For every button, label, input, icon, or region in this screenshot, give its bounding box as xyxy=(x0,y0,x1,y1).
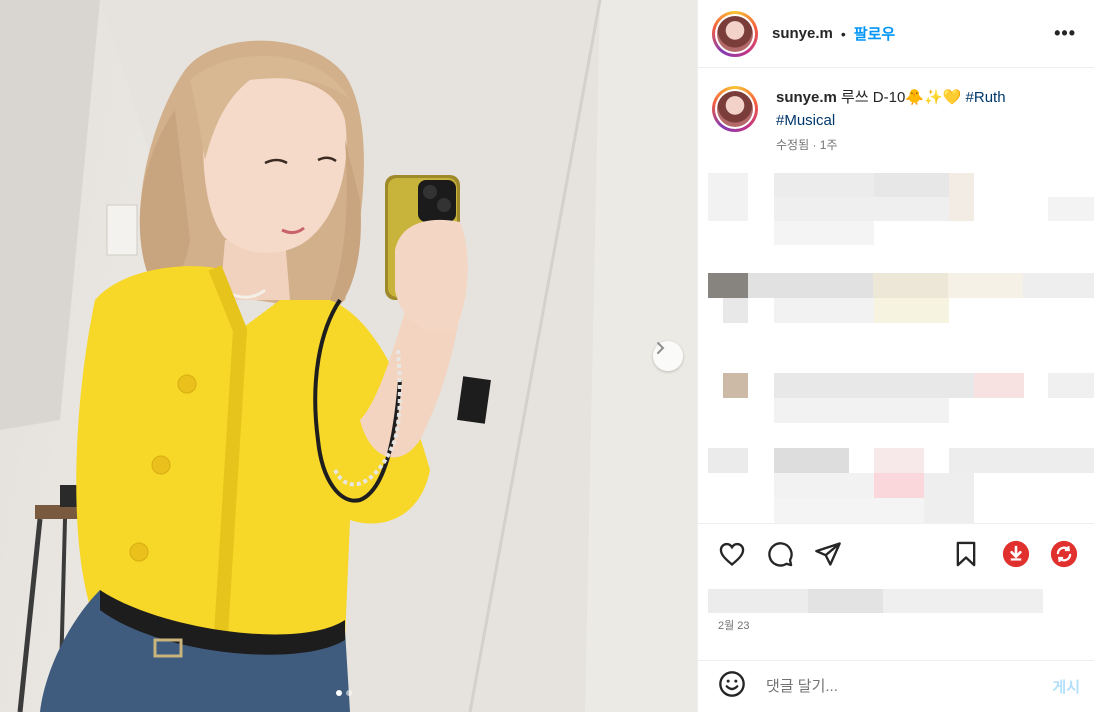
comment-input[interactable] xyxy=(764,677,1053,696)
repost-icon xyxy=(1050,540,1078,567)
photo-illustration xyxy=(0,0,697,712)
caption-avatar[interactable] xyxy=(712,86,758,132)
hashtag-link[interactable]: #Musical xyxy=(776,112,835,129)
comment-icon xyxy=(768,541,793,567)
blurred-comments xyxy=(708,173,1094,523)
save-button[interactable] xyxy=(952,540,980,568)
separator-dot: • xyxy=(840,25,846,42)
download-icon xyxy=(1002,540,1030,567)
emoji-icon xyxy=(719,671,745,697)
carousel-dots xyxy=(336,690,352,696)
post-header: sunye.m • 팔로우 ••• xyxy=(698,0,1094,68)
caption-area: sunye.m 루쓰 D-10🐥✨💛 #Ruth #Musical 수정됨 · … xyxy=(698,68,1094,523)
avatar-image xyxy=(717,91,753,127)
post-side-panel: sunye.m • 팔로우 ••• sunye.m 루쓰 D-10🐥✨💛 #Ru… xyxy=(697,0,1094,712)
likes-blurred xyxy=(698,583,1094,617)
repost-button[interactable] xyxy=(1050,540,1078,568)
action-bar xyxy=(698,523,1094,583)
post-comment-button[interactable]: 게시 xyxy=(1052,676,1080,697)
caption-text: sunye.m 루쓰 D-10🐥✨💛 #Ruth #Musical xyxy=(776,86,1056,132)
download-button[interactable] xyxy=(1002,540,1030,568)
blurred-likes xyxy=(708,589,1043,613)
chevron-right-icon xyxy=(657,342,665,354)
bookmark-icon xyxy=(956,541,976,566)
hashtag-link[interactable]: #Ruth xyxy=(966,89,1006,106)
avatar-image xyxy=(717,15,753,52)
send-icon xyxy=(815,541,841,566)
username-link[interactable]: sunye.m xyxy=(772,25,833,42)
comment-button[interactable] xyxy=(766,540,794,568)
caption-meta: 수정됨 · 1주 xyxy=(776,138,838,152)
caption-username[interactable]: sunye.m xyxy=(776,89,837,106)
carousel-dot xyxy=(346,690,352,696)
carousel-dot-active xyxy=(336,690,342,696)
emoji-button[interactable] xyxy=(718,670,746,703)
comment-bar: 게시 xyxy=(698,660,1094,712)
avatar[interactable] xyxy=(712,10,758,57)
more-options-icon[interactable]: ••• xyxy=(1050,23,1080,44)
follow-button[interactable]: 팔로우 xyxy=(854,23,895,44)
next-slide-button[interactable] xyxy=(653,341,683,371)
post-photo[interactable] xyxy=(0,0,697,712)
heart-icon xyxy=(719,542,745,566)
post-viewer: sunye.m • 팔로우 ••• sunye.m 루쓰 D-10🐥✨💛 #Ru… xyxy=(0,0,1094,712)
post-date[interactable]: 2월 23 xyxy=(698,617,1094,651)
caption-body: 루쓰 D-10🐥✨💛 xyxy=(841,89,962,106)
like-button[interactable] xyxy=(718,540,746,568)
share-button[interactable] xyxy=(814,540,842,568)
